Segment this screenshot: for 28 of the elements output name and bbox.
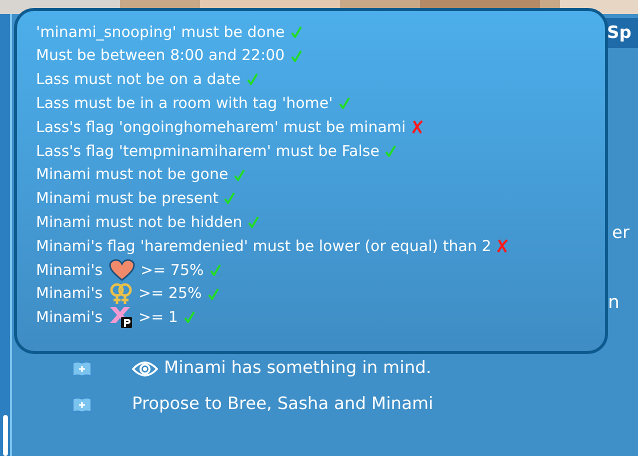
- condition-text: Minami's flag 'haremdenied' must be lower (or equal) than 2: [36, 236, 492, 257]
- condition-text: Lass's flag 'ongoinghomeharem' must be minami: [36, 116, 406, 138]
- condition-text: Lass must not be on a date: [36, 69, 241, 90]
- heart-icon: [108, 258, 135, 281]
- condition-text: Minami's: [36, 260, 103, 281]
- condition-text: Minami must not be hidden: [36, 212, 242, 234]
- condition-text: Minami's: [36, 307, 103, 328]
- label-text: er: [612, 222, 630, 245]
- condition-text: Lass must be in a room with tag 'home': [36, 93, 333, 114]
- condition-text: 'minami_snooping' must be done: [36, 22, 285, 43]
- condition-text: Must be between 8:00 and 22:00: [36, 45, 285, 66]
- label-text: Sp: [607, 22, 632, 45]
- xp-icon: [108, 305, 133, 330]
- action-link[interactable]: Minami has something in mind.: [164, 356, 432, 382]
- book-plus-icon[interactable]: [72, 361, 92, 377]
- book-plus-icon[interactable]: [72, 397, 92, 413]
- condition-text: Minami's: [36, 283, 103, 304]
- condition-text: >= 75%: [140, 260, 204, 281]
- condition-text: Lass's flag 'tempminamiharem' must be False: [36, 140, 380, 162]
- condition-text: >= 1: [138, 307, 178, 328]
- action-link[interactable]: Propose to Bree, Sasha and Minami: [132, 392, 434, 418]
- eye-icon: [132, 360, 158, 378]
- condition-text: >= 25%: [138, 283, 202, 304]
- condition-text: Minami must be present: [36, 188, 218, 210]
- scrollbar-thumb[interactable]: [3, 415, 8, 456]
- label-text: n: [608, 291, 620, 315]
- condition-text: Minami must not be gone: [36, 164, 228, 186]
- venus-symbols-icon: [108, 282, 133, 306]
